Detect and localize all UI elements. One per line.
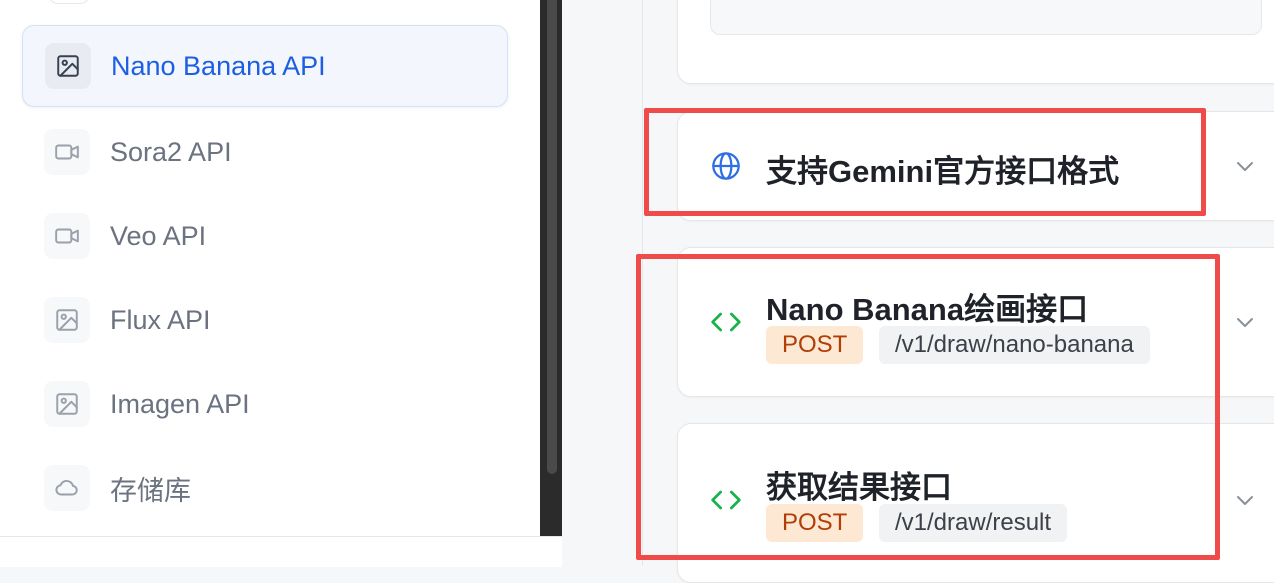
sidebar-footer: [0, 536, 562, 567]
image-icon: [45, 43, 91, 89]
endpoint-card-result[interactable]: 获取结果接口 POST /v1/draw/result: [677, 423, 1274, 583]
globe-icon: [710, 150, 742, 187]
sidebar-item-storage[interactable]: 存储库: [22, 447, 508, 529]
previous-section-field: [710, 0, 1262, 35]
previous-item-stub: [48, 0, 90, 4]
sidebar-item-flux[interactable]: Flux API: [22, 279, 508, 361]
image-icon: [44, 297, 90, 343]
chevron-down-icon[interactable]: [1233, 310, 1257, 339]
video-icon: [44, 213, 90, 259]
sidebar-item-nano-banana[interactable]: Nano Banana API: [22, 25, 508, 107]
panel-divider: [642, 0, 643, 566]
section-title: 支持Gemini官方接口格式: [766, 154, 1120, 189]
endpoint-title: 获取结果接口: [766, 470, 952, 505]
sidebar-item-label: Flux API: [110, 304, 211, 335]
chevron-down-icon[interactable]: [1233, 154, 1257, 183]
endpoint-path: /v1/draw/result: [879, 504, 1068, 542]
sidebar-item-sora2[interactable]: Sora2 API: [22, 111, 508, 193]
sidebar-scrollbar-thumb[interactable]: [547, 0, 557, 474]
sidebar-item-label: 存储库: [110, 475, 191, 506]
sidebar: Nano Banana API Sora2 API Veo API Flux A…: [0, 0, 540, 536]
code-icon: [710, 306, 742, 343]
sidebar-item-imagen[interactable]: Imagen API: [22, 363, 508, 445]
method-badge: POST: [766, 326, 864, 364]
chevron-down-icon[interactable]: [1233, 488, 1257, 517]
endpoint-card-nano-banana[interactable]: Nano Banana绘画接口 POST /v1/draw/nano-banan…: [677, 247, 1274, 397]
endpoint-path: /v1/draw/nano-banana: [879, 326, 1150, 364]
sidebar-item-label: Imagen API: [110, 388, 250, 419]
code-icon: [710, 484, 742, 521]
gemini-format-section[interactable]: 支持Gemini官方接口格式: [677, 111, 1274, 221]
endpoint-title: Nano Banana绘画接口: [766, 292, 1089, 327]
sidebar-item-label: Sora2 API: [110, 136, 232, 167]
video-icon: [44, 129, 90, 175]
method-badge: POST: [766, 504, 864, 542]
sidebar-item-label: Nano Banana API: [111, 50, 326, 81]
cloud-icon: [44, 465, 90, 511]
previous-section-card: [677, 0, 1274, 84]
sidebar-item-label: Veo API: [110, 220, 207, 251]
sidebar-item-veo[interactable]: Veo API: [22, 195, 508, 277]
image-icon: [44, 381, 90, 427]
